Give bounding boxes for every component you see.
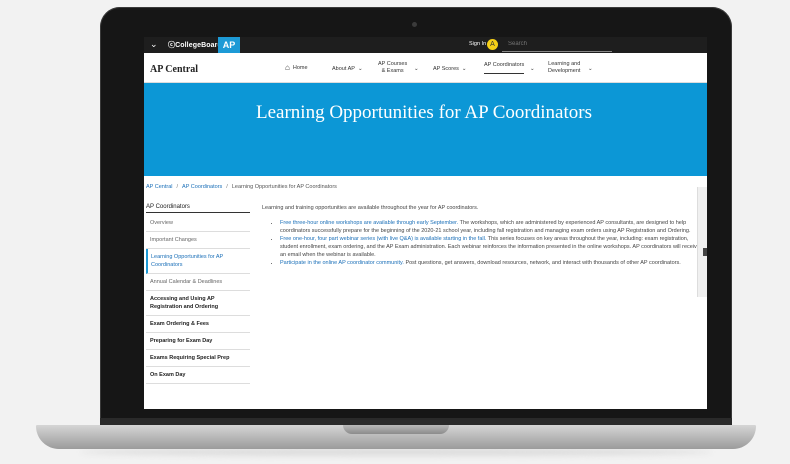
sidebar-item-exam-ordering[interactable]: Exam Ordering & Fees xyxy=(146,316,250,333)
nav-courses-line2: & Exams xyxy=(381,67,404,74)
sidebar-item-on-exam-day[interactable]: On Exam Day xyxy=(146,367,250,384)
home-icon: ⌂ xyxy=(285,63,290,72)
breadcrumb-current: Learning Opportunities for AP Coordinato… xyxy=(231,184,337,190)
breadcrumb-ap-coordinators[interactable]: AP Coordinators xyxy=(182,184,222,190)
intro-text: Learning and training opportunities are … xyxy=(262,205,479,211)
nav-ap-coordinators[interactable]: AP Coordinators xyxy=(484,62,525,74)
nav-about-ap[interactable]: About AP ⌄ xyxy=(332,66,363,73)
user-avatar-icon[interactable]: A xyxy=(487,39,498,50)
sign-in-link[interactable]: Sign In xyxy=(469,41,486,47)
search-box: ⌕ xyxy=(502,38,612,52)
nav-home[interactable]: ⌂ Home xyxy=(285,63,308,72)
sidebar-item-special-prep[interactable]: Exams Requiring Special Prep xyxy=(146,350,250,367)
chevron-down-icon: ⌄ xyxy=(357,66,363,72)
list-item: Participate in the online AP coordinator… xyxy=(280,259,702,267)
sidebar-item-preparing-exam-day[interactable]: Preparing for Exam Day xyxy=(146,333,250,350)
collegeboard-logo-text: CollegeBoard xyxy=(175,42,222,49)
webinar-link[interactable]: Free one-hour, four part webinar series … xyxy=(280,236,486,242)
search-input[interactable] xyxy=(508,39,578,49)
chevron-down-icon[interactable]: ⌄ xyxy=(414,66,419,73)
chevron-down-icon[interactable]: ⌄ xyxy=(588,66,593,73)
nav-ap-scores[interactable]: AP Scores ⌄ xyxy=(433,66,467,73)
sidebar-nav: AP Coordinators Overview Important Chang… xyxy=(146,204,250,384)
nav-home-label: Home xyxy=(292,65,308,71)
sidebar-item-registration-ordering[interactable]: Accessing and Using AP Registration and … xyxy=(146,291,250,316)
site-title[interactable]: AP Central xyxy=(150,64,198,75)
breadcrumb-separator: / xyxy=(226,184,228,190)
ap-badge[interactable]: AP xyxy=(218,37,240,53)
nav-learning-development[interactable]: Learning and Development xyxy=(548,61,580,74)
page-title: Learning Opportunities for AP Coordinato… xyxy=(256,102,592,123)
main-content: Learning and training opportunities are … xyxy=(262,204,702,267)
global-header: ⌄ ⓒCollegeBoard AP Sign In A ⌕ xyxy=(144,37,707,53)
nav-scores-label: AP Scores xyxy=(433,66,459,72)
sidebar-heading[interactable]: AP Coordinators xyxy=(146,204,250,213)
list-item: Free three-hour online workshops are ava… xyxy=(280,219,702,235)
collegeboard-logo[interactable]: ⓒCollegeBoard xyxy=(168,40,222,50)
nav-learning-line2: Development xyxy=(548,67,581,74)
community-text: Post questions, get answers, download re… xyxy=(403,260,681,266)
laptop-notch xyxy=(343,425,449,434)
opportunity-list: Free three-hour online workshops are ava… xyxy=(262,219,702,267)
nav-courses-line1: AP Courses xyxy=(378,61,408,67)
sidebar-item-important-changes[interactable]: Important Changes xyxy=(146,232,250,249)
site-navigation: AP Central ⌂ Home About AP ⌄ AP Courses & E… xyxy=(144,53,707,83)
community-link[interactable]: Participate in the online AP coordinator… xyxy=(280,260,404,266)
sidebar-item-annual-calendar[interactable]: Annual Calendar & Deadlines xyxy=(146,274,250,291)
browser-screen: ⌄ ⓒCollegeBoard AP Sign In A ⌕ AP Centra… xyxy=(144,37,707,409)
sidebar-item-learning-opportunities[interactable]: Learning Opportunities for AP Coordinato… xyxy=(146,249,250,274)
feedback-tab-icon xyxy=(703,248,707,256)
hero-banner: Learning Opportunities for AP Coordinato… xyxy=(144,83,707,176)
chevron-down-icon[interactable]: ⌄ xyxy=(530,66,535,73)
breadcrumb-ap-central[interactable]: AP Central xyxy=(146,184,173,190)
nav-about-label: About AP xyxy=(332,66,355,72)
workshops-link[interactable]: Free three-hour online workshops are ava… xyxy=(280,220,458,226)
chevron-down-icon[interactable]: ⌄ xyxy=(150,39,158,50)
breadcrumb-separator: / xyxy=(176,184,179,190)
nav-ap-courses[interactable]: AP Courses & Exams xyxy=(378,61,407,74)
chevron-down-icon: ⌄ xyxy=(461,66,467,72)
nav-learning-line1: Learning and xyxy=(548,61,581,67)
nav-coordinators-label: AP Coordinators xyxy=(484,62,525,68)
sidebar-item-overview[interactable]: Overview xyxy=(146,215,250,232)
feedback-tab[interactable] xyxy=(697,187,707,297)
list-item: Free one-hour, four part webinar series … xyxy=(280,235,702,259)
webcam xyxy=(412,22,417,27)
breadcrumb: AP Central / AP Coordinators / Learning Oppo… xyxy=(146,184,337,190)
laptop-shadow xyxy=(80,448,712,456)
